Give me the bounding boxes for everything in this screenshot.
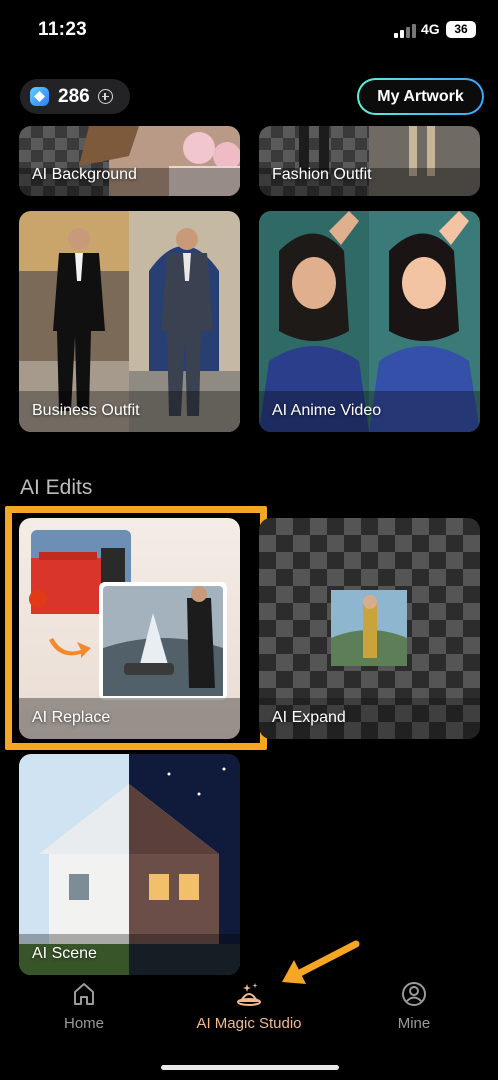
card-label: Business Outfit [32,402,140,419]
home-icon [74,983,94,1005]
highlight-box [5,506,267,750]
diamond-icon [30,87,49,106]
my-artwork-button[interactable]: My Artwork [357,78,484,115]
card-label: AI Expand [272,709,346,726]
profile-icon [402,982,426,1006]
card-ai-background[interactable]: AI Background [19,126,240,196]
network-type: 4G [421,21,440,37]
section-title-ai-edits: AI Edits [20,476,93,499]
add-credits-icon[interactable] [97,89,113,104]
card-label: AI Scene [32,945,97,962]
nav-label: AI Magic Studio [196,1015,302,1032]
ai-background-image [19,126,240,196]
signal-icon [394,24,416,38]
ai-expand-image [259,590,480,739]
nav-label: Mine [397,1015,431,1032]
ai-scene-image [19,754,240,975]
credits-count: 286 [58,85,90,107]
card-ai-scene[interactable]: AI Scene [19,754,240,975]
battery-icon: 36 [446,21,476,38]
card-ai-anime-video[interactable]: AI Anime Video [259,211,480,432]
home-indicator [161,1065,339,1070]
ai-anime-video-image [259,211,480,432]
card-business-outfit[interactable]: Business Outfit [19,211,240,432]
status-bar: 11:23 4G 36 [0,0,498,60]
card-label: AI Background [32,166,137,183]
fashion-outfit-image [259,126,480,196]
nav-label: Home [63,1015,104,1032]
status-time: 11:23 [38,19,88,40]
card-fashion-outfit[interactable]: Fashion Outfit [259,126,480,196]
nav-item-home[interactable]: Home [14,981,154,1032]
nav-item-mine[interactable]: Mine [344,981,484,1032]
credits-pill[interactable]: 286 [20,79,130,114]
magic-hat-icon [237,983,261,1006]
card-ai-expand[interactable]: AI Expand [259,518,480,739]
card-label: AI Anime Video [272,402,382,419]
my-artwork-label: My Artwork [359,80,482,113]
arrow-icon [282,940,360,984]
card-label: Fashion Outfit [272,166,372,183]
business-outfit-image [19,211,240,432]
